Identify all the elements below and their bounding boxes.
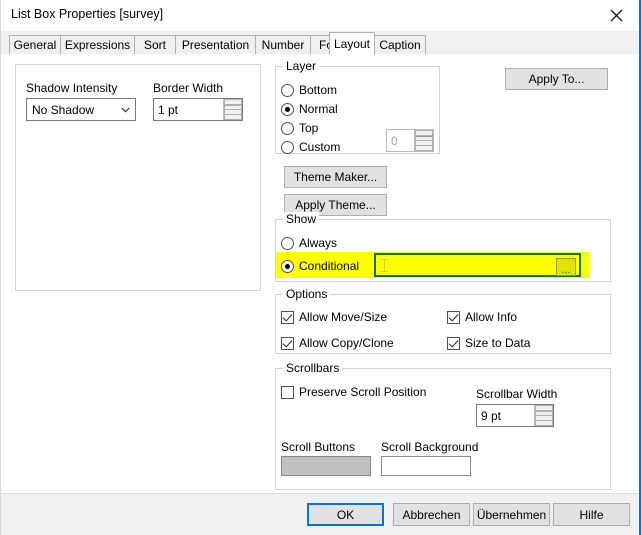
radio-icon [281,121,294,135]
tab-sort[interactable]: Sort [134,35,176,54]
radio-layer-bottom[interactable]: Bottom [281,81,337,99]
border-width-label: Border Width [153,81,224,95]
scrollbar-width-value: 9 pt [481,408,502,423]
radio-label: Custom [299,140,341,154]
window-title: List Box Properties [survey] [11,7,164,21]
chevron-down-icon [115,107,135,113]
scroll-background-color-swatch[interactable] [381,456,471,476]
conditional-expression-input[interactable]: ... [374,253,581,277]
border-width-value: 1 pt [158,102,179,117]
title-bar: List Box Properties [survey] [1,0,639,31]
ok-button[interactable]: OK [307,503,384,526]
apply-to-button[interactable]: Apply To... [505,68,608,90]
tab-presentation[interactable]: Presentation [175,35,256,54]
text-caret [381,258,388,272]
checkbox-label: Allow Copy/Clone [299,336,394,350]
spin-up-icon[interactable] [415,130,433,141]
scrollbars-group-title: Scrollbars [283,361,343,375]
tab-number[interactable]: Number [255,35,311,54]
checkbox-checked-icon [281,336,294,350]
checkbox-label: Allow Info [465,310,518,324]
radio-show-conditional[interactable]: Conditional [281,257,359,275]
radio-layer-top[interactable]: Top [281,119,318,137]
scroll-buttons-label: Scroll Buttons [281,440,356,454]
radio-label: Bottom [299,83,338,97]
checkbox-label: Preserve Scroll Position [299,385,427,399]
scrollbar-width-spin-buttons [534,405,553,426]
theme-maker-button[interactable]: Theme Maker... [284,166,387,188]
apply-button[interactable]: Übernehmen [473,503,550,526]
radio-layer-normal[interactable]: Normal [281,100,338,118]
cancel-button[interactable]: Abbrechen [393,503,470,526]
radio-label: Conditional [299,259,360,273]
tab-general[interactable]: General [9,35,61,54]
show-group-title: Show [283,212,320,226]
layer-group-title: Layer [283,59,320,73]
spin-down-icon[interactable] [224,110,242,120]
options-group-title: Options [283,287,331,301]
checkbox-checked-icon [281,310,294,324]
help-button[interactable]: Hilfe [553,503,630,526]
radio-icon [281,236,294,250]
close-icon[interactable] [593,0,639,30]
spin-up-icon[interactable] [224,99,242,110]
radio-selected-icon [281,102,294,116]
conditional-expression-browse-button[interactable]: ... [556,258,576,276]
border-width-spin-buttons [223,99,242,120]
shadow-intensity-combobox[interactable]: No Shadow [26,98,136,121]
radio-label: Normal [299,102,338,116]
radio-selected-icon [281,259,294,273]
dialog-button-bar: OK Abbrechen Übernehmen Hilfe [1,493,639,535]
checkbox-label: Size to Data [465,336,531,350]
spin-up-icon[interactable] [535,405,553,416]
radio-show-always[interactable]: Always [281,234,337,252]
layer-custom-value: 0 [391,133,398,148]
radio-layer-custom[interactable]: Custom [281,138,340,156]
checkbox-preserve-scroll-position[interactable]: Preserve Scroll Position [281,383,426,401]
radio-icon [281,140,294,154]
tab-expressions[interactable]: Expressions [60,35,135,54]
tab-caption[interactable]: Caption [374,35,426,54]
radio-label: Top [299,121,319,135]
shadow-intensity-value: No Shadow [32,102,95,117]
checkbox-label: Allow Move/Size [299,310,388,324]
checkbox-size-to-data[interactable]: Size to Data [447,334,530,352]
scroll-background-label: Scroll Background [381,440,479,454]
radio-label: Always [299,236,338,250]
spin-down-icon[interactable] [415,141,433,151]
scrollbar-width-spinner[interactable]: 9 pt [476,404,554,427]
dialog-window: List Box Properties [survey] General Exp… [0,0,641,535]
checkbox-allow-move-size[interactable]: Allow Move/Size [281,308,387,326]
layer-custom-spin-buttons [414,130,433,151]
shadow-intensity-label: Shadow Intensity [26,81,118,95]
radio-icon [281,83,294,97]
border-width-spinner[interactable]: 1 pt [153,98,243,121]
scrollbar-width-label: Scrollbar Width [476,387,558,401]
layer-custom-spinner[interactable]: 0 [386,129,434,152]
checkbox-checked-icon [447,336,460,350]
checkbox-allow-copy-clone[interactable]: Allow Copy/Clone [281,334,394,352]
spin-down-icon[interactable] [535,416,553,426]
checkbox-allow-info[interactable]: Allow Info [447,308,517,326]
checkbox-icon [281,385,294,399]
checkbox-checked-icon [447,310,460,324]
tab-strip: General Expressions Sort Presentation Nu… [1,31,639,55]
tab-layout[interactable]: Layout [329,32,375,55]
scroll-buttons-color-swatch[interactable] [281,456,371,476]
layout-tab-panel: Shadow Intensity No Shadow Border Width … [1,54,639,535]
